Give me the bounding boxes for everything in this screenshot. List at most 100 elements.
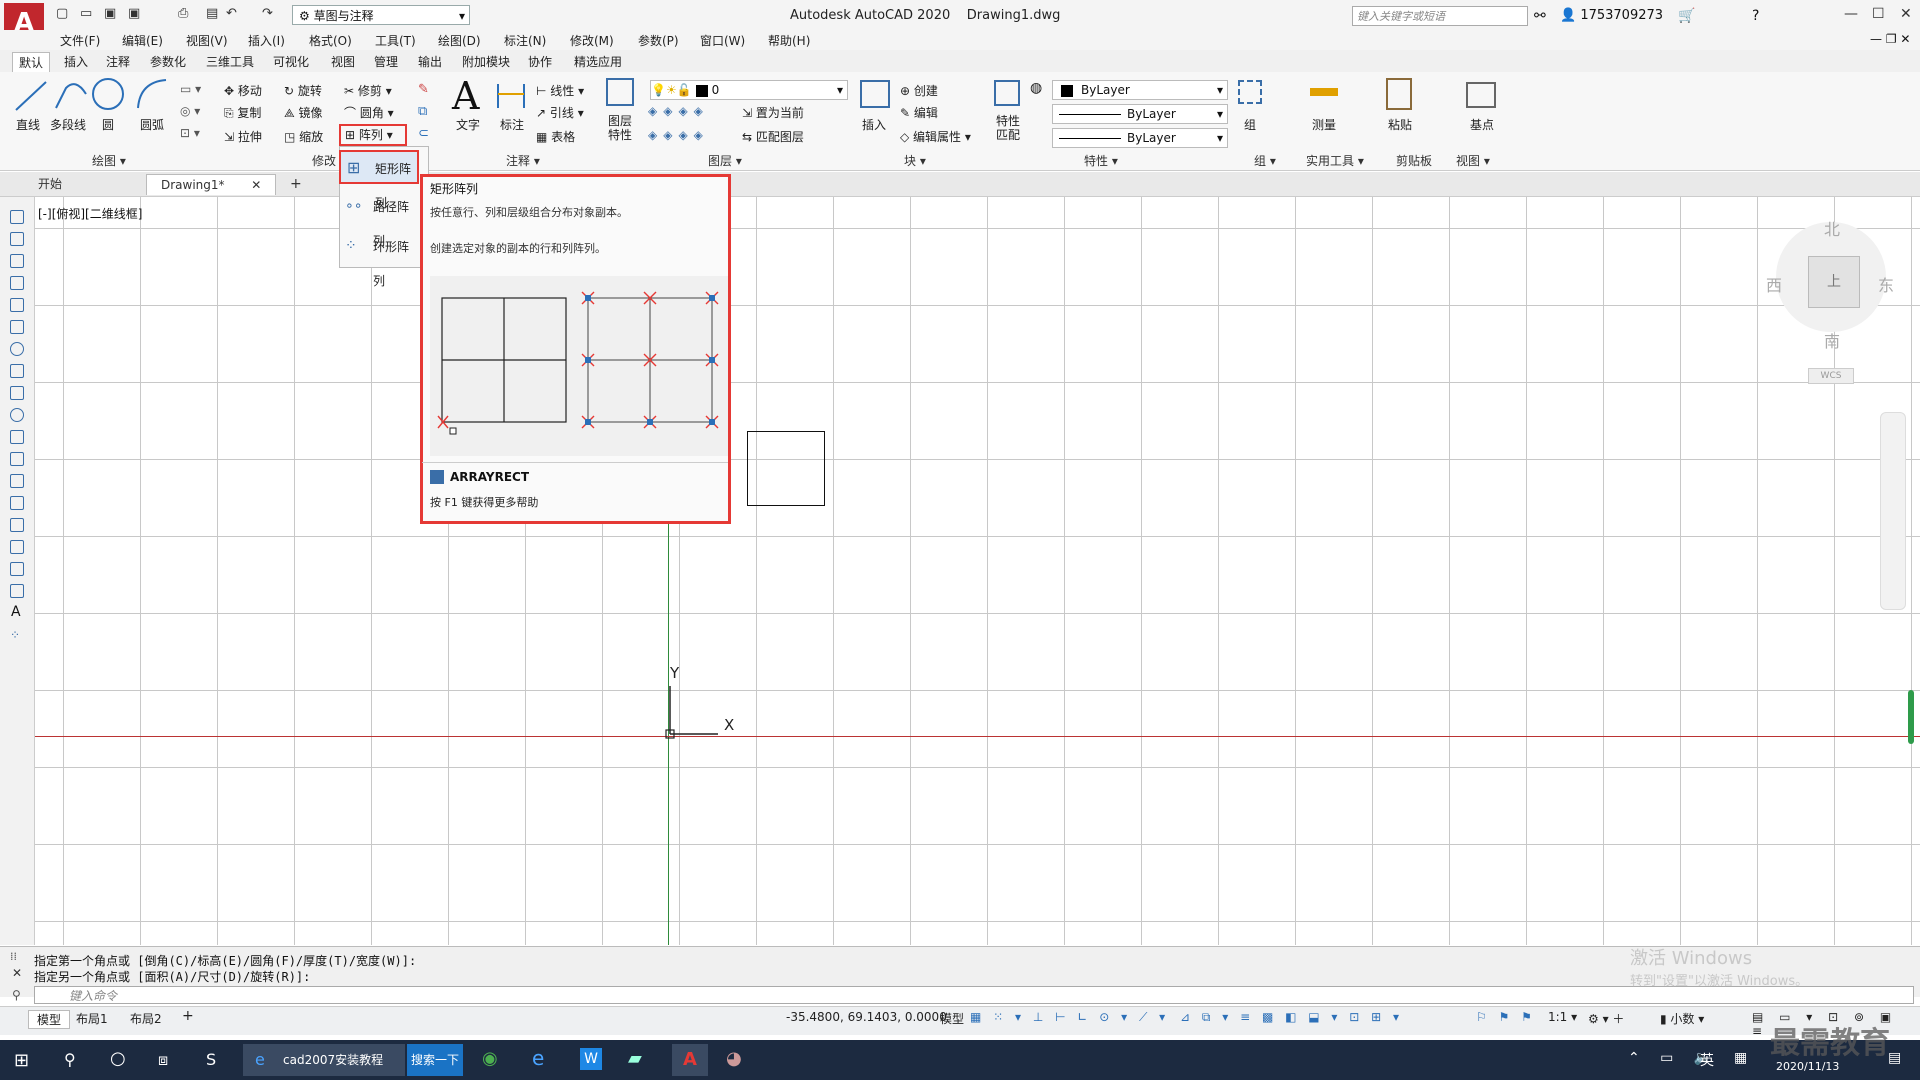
tab-layout2[interactable]: 布局2	[130, 1010, 162, 1027]
paste-button[interactable]: 粘贴	[1388, 116, 1412, 133]
menu-parametric[interactable]: 参数(P)	[638, 32, 679, 49]
print-icon[interactable]: ▤	[206, 6, 218, 21]
tab-layout1[interactable]: 布局1	[76, 1010, 108, 1027]
cortana-icon[interactable]: ○	[110, 1048, 126, 1069]
group-button[interactable]: 组	[1244, 116, 1256, 133]
cart-icon[interactable]: 🛒	[1678, 8, 1695, 24]
menu-window[interactable]: 窗口(W)	[700, 32, 745, 49]
close-button[interactable]: ✕	[1900, 6, 1912, 22]
close-command-icon[interactable]: ✕	[12, 966, 22, 980]
save-icon[interactable]: ▣	[104, 6, 116, 21]
viewcube-east[interactable]: 东	[1878, 272, 1894, 296]
menu-draw[interactable]: 绘图(D)	[438, 32, 481, 49]
rectangle-icon[interactable]: ▭ ▾	[180, 82, 201, 96]
edit-block-button[interactable]: ✎ 编辑	[900, 104, 938, 121]
clipboard-panel-label[interactable]: 剪贴板	[1396, 152, 1432, 169]
annotation-panel-label[interactable]: 注释 ▾	[506, 152, 540, 169]
tab-start[interactable]: 开始	[24, 174, 76, 194]
taskbar-search-button[interactable]: 搜索一下	[407, 1044, 463, 1076]
hatch-icon[interactable]: ◎ ▾	[180, 104, 200, 118]
app-s-icon[interactable]: S	[206, 1050, 216, 1069]
match-properties-button[interactable]: 特性 匹配	[996, 114, 1020, 142]
boundary-icon[interactable]: ⊡ ▾	[180, 126, 200, 140]
hatch-tool-icon[interactable]	[10, 518, 24, 532]
browser-360-icon[interactable]: ◉	[482, 1048, 498, 1069]
tab-output[interactable]: 输出	[412, 52, 448, 71]
point-icon[interactable]	[10, 496, 24, 510]
properties-panel-label[interactable]: 特性 ▾	[1084, 152, 1118, 169]
coordinates-display[interactable]: -35.4800, 69.1403, 0.0000	[786, 1010, 947, 1024]
maximize-button[interactable]: ☐	[1872, 6, 1885, 22]
search-icon[interactable]: ⚲	[64, 1050, 76, 1069]
view-panel-label[interactable]: 视图 ▾	[1456, 152, 1490, 169]
layer-select[interactable]: 💡☀🔓 0 ▾	[650, 80, 848, 100]
tab-insert[interactable]: 插入	[58, 52, 94, 71]
measure-button[interactable]: 测量	[1312, 116, 1336, 133]
insert-block-tool-icon[interactable]	[10, 452, 24, 466]
revcloud-icon[interactable]	[10, 364, 24, 378]
tab-visualize[interactable]: 可视化	[267, 52, 315, 71]
text-button[interactable]: 文字	[456, 116, 480, 133]
table-tool-icon[interactable]	[10, 584, 24, 598]
circle-icon[interactable]	[90, 76, 126, 112]
polyline-tool-icon[interactable]	[10, 254, 24, 268]
block-panel-label[interactable]: 块 ▾	[904, 152, 926, 169]
tab-addins[interactable]: 附加模块	[456, 52, 516, 71]
drawing-canvas[interactable]	[35, 197, 1920, 945]
viewcube-north[interactable]: 北	[1824, 216, 1840, 240]
base-view-icon[interactable]	[1466, 82, 1496, 108]
tab-featured-apps[interactable]: 精选应用	[568, 52, 628, 71]
insert-block-icon[interactable]	[860, 80, 890, 108]
navigation-bar[interactable]	[1880, 412, 1906, 610]
user-account[interactable]: 👤 1753709273	[1560, 8, 1663, 23]
arc-button[interactable]: 圆弧	[140, 116, 164, 133]
line-tool-icon[interactable]	[10, 210, 24, 224]
text-icon[interactable]: A	[452, 74, 479, 118]
notification-icon[interactable]: ▤	[1888, 1050, 1901, 1066]
menu-item-rectangular-array[interactable]: ⊞ 矩形阵列	[339, 150, 419, 210]
plot-icon[interactable]: ⎙	[178, 6, 188, 21]
close-tab-icon[interactable]: ✕	[251, 178, 261, 192]
tab-view[interactable]: 视图	[325, 52, 361, 71]
viewcube-south[interactable]: 南	[1824, 328, 1840, 352]
set-current-button[interactable]: ⇲ 置为当前	[742, 104, 804, 121]
make-block-icon[interactable]	[10, 474, 24, 488]
tab-drawing1[interactable]: Drawing1* ✕	[146, 174, 277, 195]
linear-button[interactable]: ⊢ 线性 ▾	[536, 82, 584, 99]
edit-attributes-button[interactable]: ◇ 编辑属性 ▾	[900, 128, 971, 145]
menu-insert[interactable]: 插入(I)	[248, 32, 285, 49]
menu-format[interactable]: 格式(O)	[309, 32, 352, 49]
paste-icon[interactable]	[1386, 78, 1412, 110]
app-icon[interactable]: ◕	[726, 1048, 742, 1069]
measure-icon[interactable]	[1310, 88, 1338, 96]
windows-start-icon[interactable]: ⊞	[14, 1050, 29, 1071]
help-icon[interactable]: ?	[1752, 8, 1759, 24]
workspace-gear-icon[interactable]: ⚙ ▾ ＋	[1588, 1010, 1624, 1027]
circle-tool-icon[interactable]	[10, 342, 24, 356]
binoculars-icon[interactable]: ⚯	[1534, 8, 1546, 24]
rectangle-object[interactable]	[747, 431, 825, 506]
command-grip-icon[interactable]: ⁞⁞	[10, 950, 17, 963]
stretch-button[interactable]: ⇲ 拉伸	[224, 128, 262, 145]
erase-icon[interactable]: ✎	[418, 82, 429, 97]
scale-button[interactable]: ◳ 缩放	[284, 128, 323, 145]
model-space-button[interactable]: 模型	[940, 1010, 964, 1027]
menu-item-polar-array[interactable]: ⁘ 环形阵列	[339, 230, 419, 288]
menu-item-path-array[interactable]: ∘∘ 路径阵列	[339, 190, 419, 248]
layer-tools-2-icon[interactable]: ◈◈◈◈	[648, 128, 709, 142]
new-file-icon[interactable]: ▢	[56, 6, 68, 21]
tab-parametric[interactable]: 参数化	[144, 52, 192, 71]
vertical-scrollbar[interactable]	[1908, 690, 1914, 744]
polygon-icon[interactable]	[10, 276, 24, 290]
tab-3d-tools[interactable]: 三维工具	[200, 52, 260, 71]
color-select[interactable]: ByLayer ▾	[1052, 80, 1228, 100]
add-layout-button[interactable]: +	[182, 1008, 194, 1024]
add-selected-icon[interactable]: ⁘	[10, 628, 20, 642]
autocad-taskbar-icon[interactable]: A	[672, 1044, 708, 1076]
help-search-input[interactable]: 键入关键字或短语	[1352, 6, 1528, 26]
trim-button[interactable]: ✂ 修剪 ▾	[344, 82, 392, 99]
group-icon[interactable]	[1238, 80, 1262, 104]
redo-icon[interactable]: ↷	[262, 6, 273, 21]
menu-tools[interactable]: 工具(T)	[375, 32, 416, 49]
task-view-icon[interactable]: ⧈	[158, 1050, 168, 1070]
